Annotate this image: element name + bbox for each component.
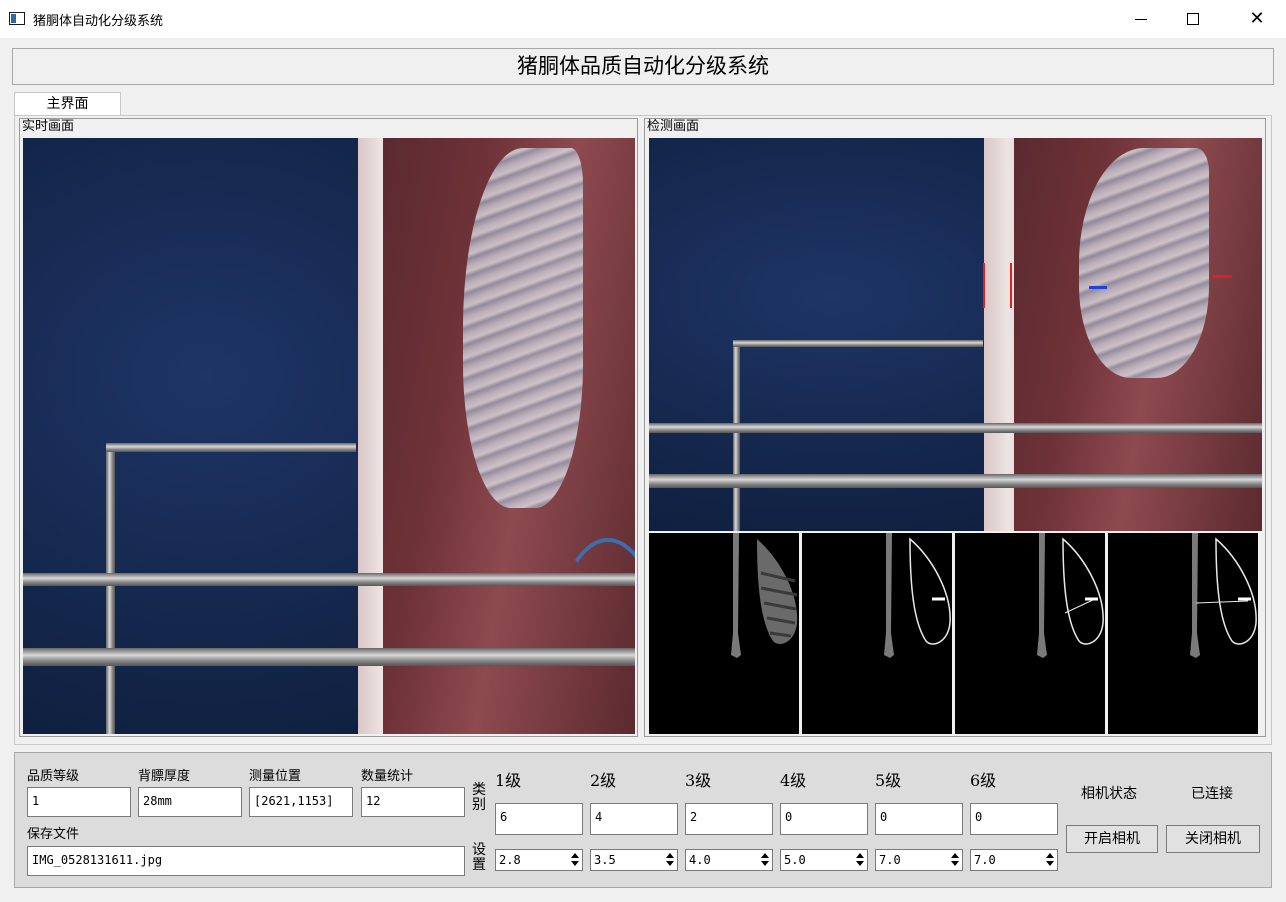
measure-marker-blue: [1089, 286, 1107, 289]
fat-marker-left: [983, 263, 985, 308]
count-label: 数量统计: [361, 769, 414, 784]
control-panel: 品质等级 背膘厚度 测量位置 数量统计 1 28mm [2621,1153] 1…: [14, 752, 1272, 888]
spin-arrows-icon[interactable]: [665, 853, 675, 867]
open-camera-button[interactable]: 开启相机: [1066, 825, 1158, 853]
grade-3-threshold-value: 4.0: [689, 853, 711, 867]
close-button[interactable]: ✕: [1234, 0, 1280, 38]
grade-3-header: 3级: [685, 771, 712, 790]
thumbnail-segmentation: [649, 533, 799, 734]
spin-arrows-icon[interactable]: [760, 853, 770, 867]
grade-1-threshold-value: 2.8: [499, 853, 521, 867]
save-file-label: 保存文件: [27, 827, 80, 842]
grade-6-count[interactable]: 0: [970, 803, 1058, 835]
fat-marker-right: [1010, 263, 1012, 308]
app-icon: [9, 12, 25, 25]
category-side-label: 类别: [472, 782, 486, 813]
grade-2-threshold-spinbox[interactable]: 3.5: [590, 849, 678, 871]
maximize-icon: [1187, 13, 1199, 25]
grade-6-header: 6级: [970, 771, 997, 790]
thumbnail-contour: [802, 533, 952, 734]
spin-arrows-icon[interactable]: [570, 853, 580, 867]
grade-5-header: 5级: [875, 771, 902, 790]
spin-arrows-icon[interactable]: [950, 853, 960, 867]
grade-1-header: 1级: [495, 771, 522, 790]
maximize-button[interactable]: [1170, 0, 1216, 38]
thickness-label: 背膘厚度: [138, 769, 191, 784]
position-label: 测量位置: [249, 769, 302, 784]
count-field[interactable]: 12: [361, 787, 465, 817]
spin-arrows-icon[interactable]: [855, 853, 865, 867]
close-icon: ✕: [1249, 8, 1265, 29]
measure-marker-red: [1212, 275, 1232, 278]
position-field[interactable]: [2621,1153]: [249, 787, 353, 817]
live-view-title: 实时画面: [22, 119, 75, 134]
detect-view-title: 检测画面: [647, 119, 700, 134]
window-title: 猪胴体自动化分级系统: [33, 14, 164, 29]
grade-5-threshold-spinbox[interactable]: 7.0: [875, 849, 963, 871]
grade-6-threshold-spinbox[interactable]: 7.0: [970, 849, 1058, 871]
grade-3-threshold-spinbox[interactable]: 4.0: [685, 849, 773, 871]
grade-2-count[interactable]: 4: [590, 803, 678, 835]
grade-2-header: 2级: [590, 771, 617, 790]
grade-4-count[interactable]: 0: [780, 803, 868, 835]
segmentation-thumbnails: [649, 531, 1262, 734]
grade-1-count[interactable]: 6: [495, 803, 583, 835]
minimize-icon: [1135, 18, 1147, 20]
camera-status-value: 已连接: [1191, 786, 1233, 802]
grade-5-threshold-value: 7.0: [879, 853, 901, 867]
window-titlebar: 猪胴体自动化分级系统 ✕: [0, 0, 1286, 38]
grade-label: 品质等级: [27, 769, 80, 784]
grade-4-header: 4级: [780, 771, 807, 790]
grade-3-count[interactable]: 2: [685, 803, 773, 835]
live-camera-image: [23, 138, 635, 734]
grade-5-count[interactable]: 0: [875, 803, 963, 835]
grade-1-threshold-spinbox[interactable]: 2.8: [495, 849, 583, 871]
detect-camera-image: [649, 138, 1262, 531]
live-view-group: 实时画面: [19, 118, 638, 737]
grade-6-threshold-value: 7.0: [974, 853, 996, 867]
grade-4-threshold-value: 5.0: [784, 853, 806, 867]
close-camera-button[interactable]: 关闭相机: [1166, 825, 1260, 853]
grade-4-threshold-spinbox[interactable]: 5.0: [780, 849, 868, 871]
tab-main[interactable]: 主界面: [14, 92, 121, 116]
save-file-field[interactable]: IMG_0528131611.jpg: [27, 846, 465, 876]
thickness-field[interactable]: 28mm: [138, 787, 242, 817]
system-banner: 猪胴体品质自动化分级系统: [12, 48, 1274, 85]
thumbnail-backfat-line: [1108, 533, 1258, 734]
spin-arrows-icon[interactable]: [1045, 853, 1055, 867]
camera-status-label: 相机状态: [1081, 786, 1137, 802]
setting-side-label: 设置: [472, 842, 486, 873]
grade-field[interactable]: 1: [27, 787, 131, 817]
grade-2-threshold-value: 3.5: [594, 853, 616, 867]
minimize-button[interactable]: [1118, 0, 1164, 38]
thumbnail-measure-line: [955, 533, 1105, 734]
